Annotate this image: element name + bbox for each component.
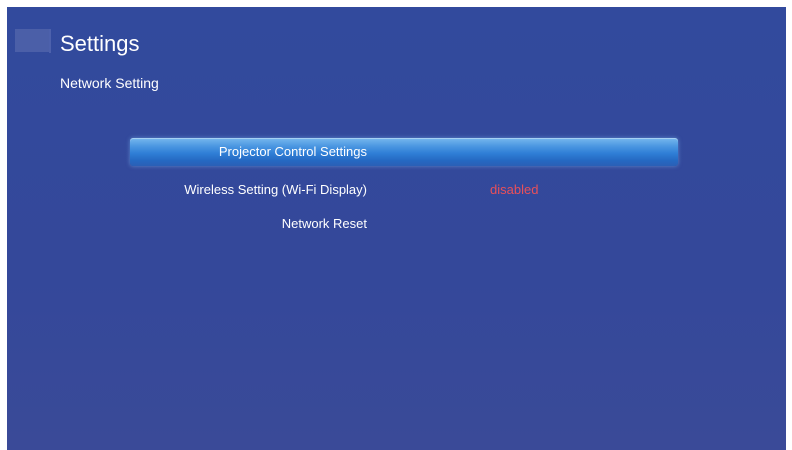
page-title: Settings [60,31,140,56]
wireless-status-value: disabled [490,182,539,197]
menu-item-label: Network Reset [281,216,367,231]
menu-item-label: Projector Control Settings [218,144,367,159]
menu-item-network-reset[interactable]: Network Reset [130,210,678,238]
menu-item-wireless-setting[interactable]: Wireless Setting (Wi-Fi Display) disable… [130,176,678,204]
menu-item-label: Wireless Setting (Wi-Fi Display) [184,182,367,197]
title-divider [49,29,51,53]
menu-item-projector-control-settings[interactable]: Projector Control Settings [130,138,678,166]
settings-square-icon [15,29,49,52]
section-subtitle: Network Setting [60,75,159,91]
settings-screen: Settings Network Setting Projector Contr… [7,7,786,450]
